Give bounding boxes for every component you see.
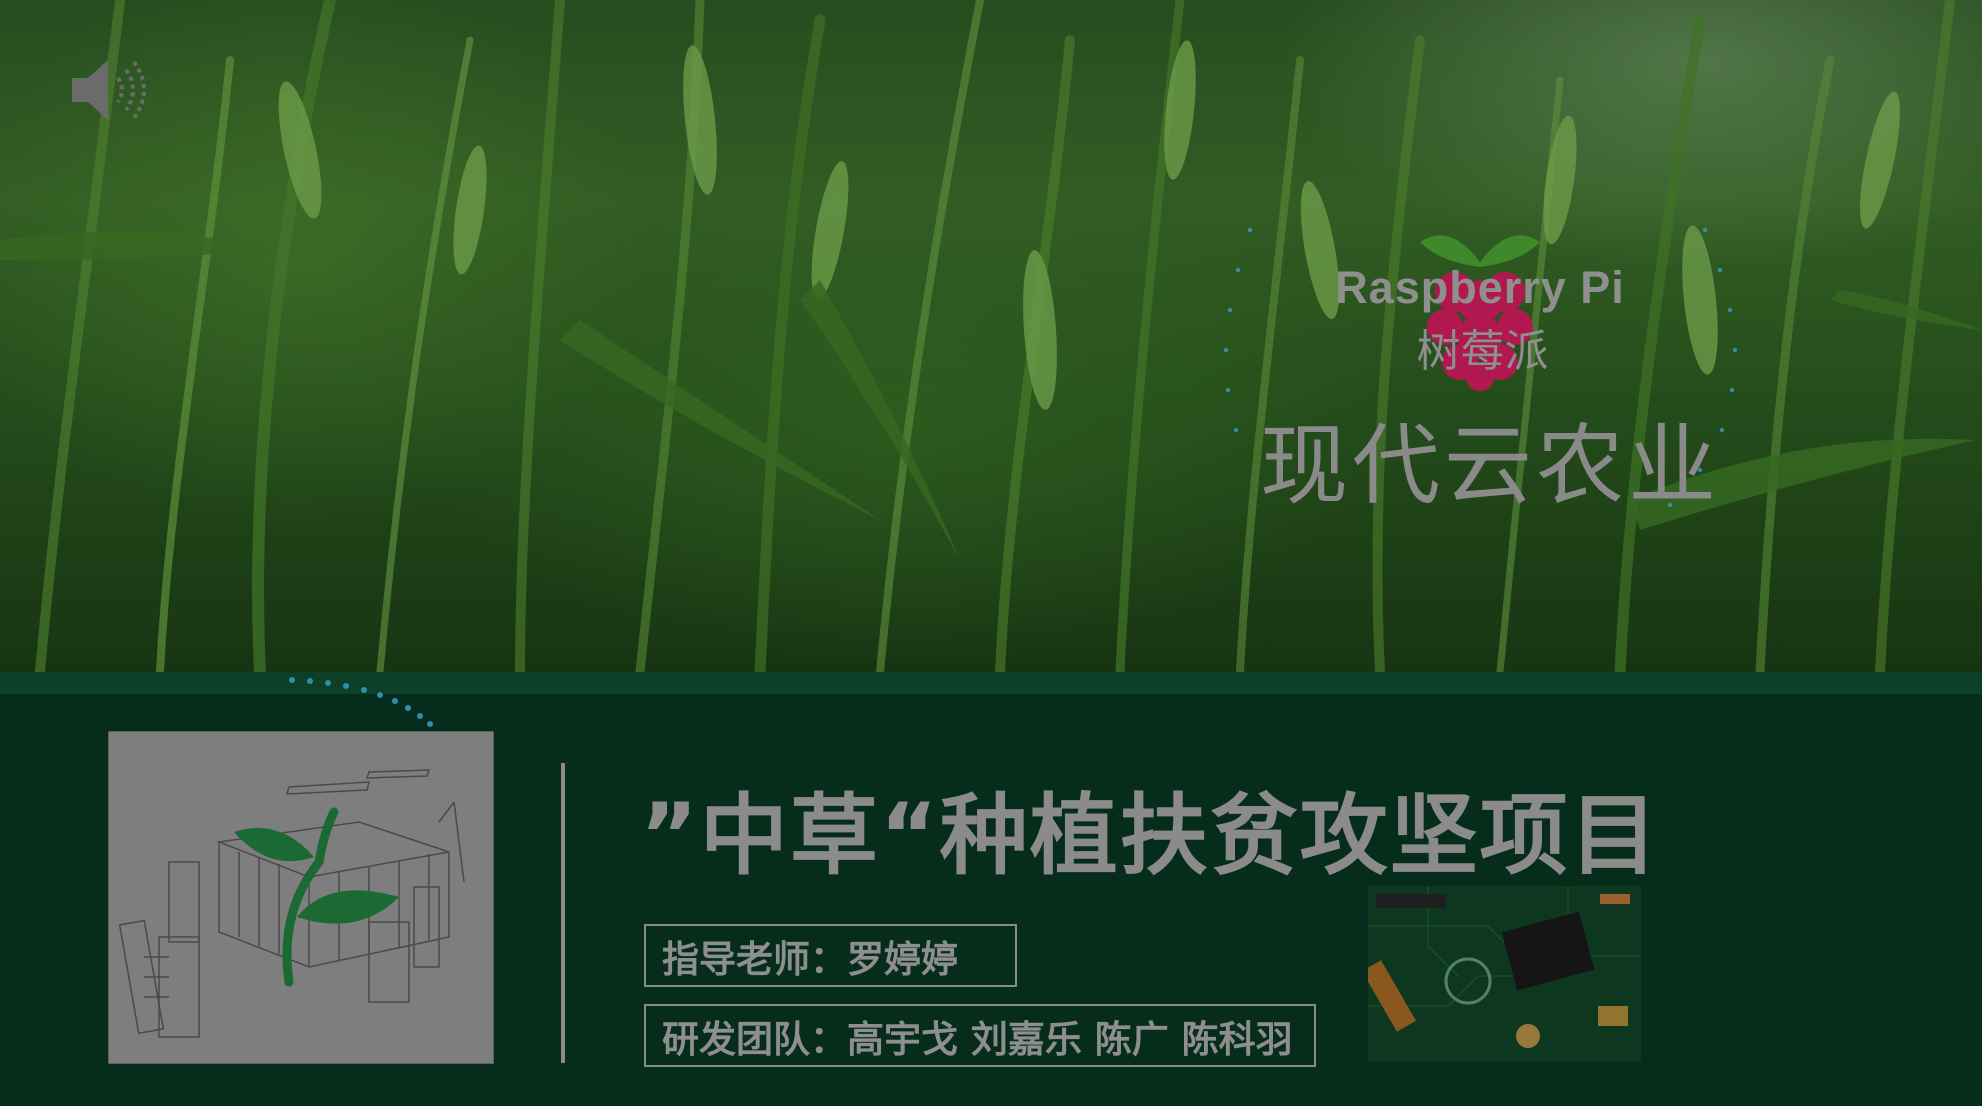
project-title: ”中草“种植扶贫攻坚项目 [640, 784, 1660, 887]
container-farm-sketch [108, 731, 494, 1064]
team-text: 研发团队：高宇戈 刘嘉乐 陈广 陈科羽 [662, 1017, 1293, 1061]
team-box: 研发团队：高宇戈 刘嘉乐 陈广 陈科羽 [644, 1004, 1316, 1067]
raspberry-pi-brand-text: Raspberry Pi [1335, 262, 1625, 313]
wheat-field-photo: Raspberry Pi 树莓派 现代云农业 [0, 0, 1982, 672]
advisor-box: 指导老师：罗婷婷 [644, 924, 1017, 987]
decorative-dots [280, 670, 450, 730]
wheat-illustration [0, 0, 1982, 672]
raspberry-pi-board-photo [1368, 886, 1641, 1062]
raspberry-pi-chinese-text: 树莓派 [1416, 326, 1549, 377]
cloud-agriculture-title: 现代云农业 [1260, 414, 1721, 517]
speaker-icon[interactable] [68, 50, 148, 130]
advisor-text: 指导老师：罗婷婷 [662, 937, 958, 981]
vertical-divider [561, 763, 565, 1063]
